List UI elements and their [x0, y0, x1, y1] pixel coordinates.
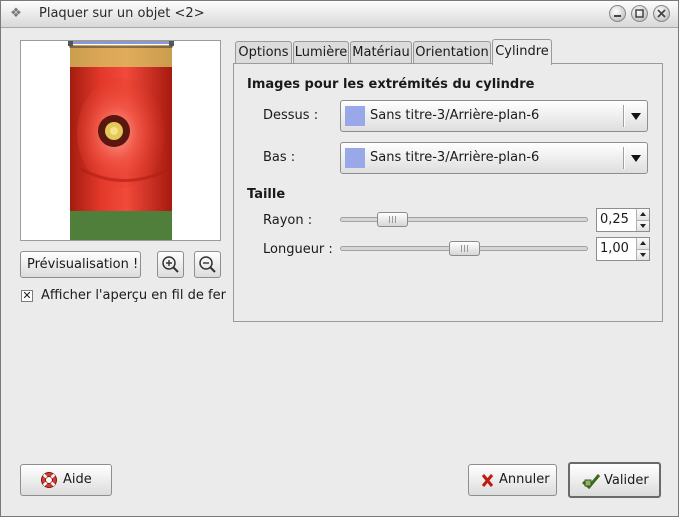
- radius-decrement-button[interactable]: [636, 220, 649, 231]
- length-spinbutton[interactable]: 1,00: [596, 237, 650, 261]
- tab-materiau[interactable]: Matériau: [350, 41, 412, 64]
- cylinder-preview-image: [68, 41, 174, 240]
- cancel-icon: [481, 474, 494, 487]
- bottom-image-label: Bas :: [263, 150, 296, 165]
- radius-increment-button[interactable]: [636, 209, 649, 220]
- preview-button[interactable]: Prévisualisation !: [20, 251, 141, 278]
- bottom-image-swatch: [345, 148, 365, 168]
- length-slider-handle[interactable]: [448, 241, 480, 256]
- zoom-out-icon: [199, 256, 216, 273]
- tab-options[interactable]: Options: [235, 41, 292, 64]
- tab-lumiere[interactable]: Lumière: [293, 41, 349, 64]
- preview-button-label: Prévisualisation !: [27, 257, 139, 272]
- wireframe-checkbox[interactable]: ✕: [21, 290, 33, 302]
- zoom-in-icon: [162, 256, 179, 273]
- cancel-button-label: Annuler: [499, 472, 550, 487]
- size-title: Taille: [247, 187, 286, 202]
- ok-icon: [582, 474, 601, 490]
- top-image-label: Dessus :: [263, 108, 319, 123]
- dropdown-arrow-icon: [631, 155, 641, 162]
- top-image-value: Sans titre-3/Arrière-plan-6: [370, 108, 540, 123]
- radius-value[interactable]: 0,25: [600, 212, 629, 227]
- maximize-icon: [635, 9, 644, 18]
- minimize-icon: [614, 15, 621, 17]
- help-button-label: Aide: [63, 472, 92, 487]
- app-icon: ❖: [10, 6, 22, 21]
- tab-orientation[interactable]: Orientation: [413, 41, 491, 64]
- length-decrement-button[interactable]: [636, 249, 649, 260]
- radius-spinbutton[interactable]: 0,25: [596, 208, 650, 232]
- minimize-button[interactable]: [609, 5, 626, 22]
- window-title: Plaquer sur un objet <2>: [39, 6, 205, 21]
- tab-cylindre[interactable]: Cylindre: [492, 39, 552, 65]
- close-button[interactable]: [653, 5, 670, 22]
- preview-canvas: [20, 40, 221, 241]
- close-icon: [657, 9, 666, 18]
- bottom-image-value: Sans titre-3/Arrière-plan-6: [370, 150, 540, 165]
- combo-separator: [623, 147, 625, 169]
- top-image-select[interactable]: Sans titre-3/Arrière-plan-6: [340, 100, 648, 132]
- cancel-button[interactable]: Annuler: [468, 464, 557, 496]
- zoom-out-button[interactable]: [194, 251, 221, 278]
- lifebuoy-icon: [41, 472, 57, 488]
- ok-button-label: Valider: [604, 473, 649, 488]
- ok-button[interactable]: Valider: [568, 462, 661, 498]
- help-button[interactable]: Aide: [20, 464, 112, 496]
- bottom-image-select[interactable]: Sans titre-3/Arrière-plan-6: [340, 142, 648, 174]
- maximize-button[interactable]: [631, 5, 648, 22]
- combo-separator: [623, 105, 625, 127]
- length-increment-button[interactable]: [636, 238, 649, 249]
- end-images-title: Images pour les extrémités du cylindre: [247, 77, 535, 92]
- dropdown-arrow-icon: [631, 113, 641, 120]
- dialog-window: ❖ Plaquer sur un objet <2> Prévisualisat…: [0, 0, 679, 517]
- title-bar[interactable]: ❖ Plaquer sur un objet <2>: [1, 1, 678, 28]
- zoom-in-button[interactable]: [157, 251, 184, 278]
- length-label: Longueur :: [263, 242, 333, 257]
- wireframe-checkbox-label[interactable]: Afficher l'aperçu en fil de fer: [41, 288, 226, 303]
- length-value[interactable]: 1,00: [600, 241, 629, 256]
- top-image-swatch: [345, 106, 365, 126]
- radius-label: Rayon :: [263, 213, 313, 228]
- radius-slider-handle[interactable]: [376, 212, 408, 227]
